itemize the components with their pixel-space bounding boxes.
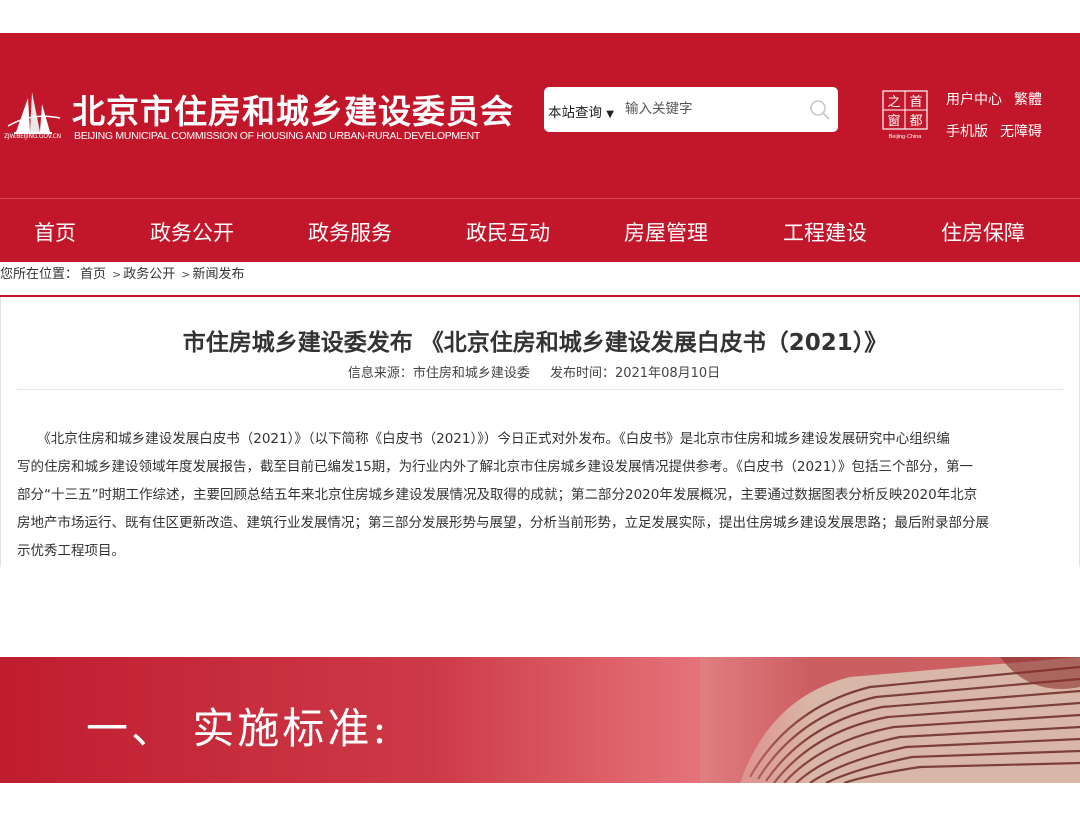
traditional-chinese-link[interactable]: 繁體	[1014, 89, 1042, 109]
breadcrumb-prefix: 您所在位置：	[0, 267, 79, 282]
search-input[interactable]	[625, 97, 795, 121]
mobile-version-link[interactable]: 手机版	[946, 121, 988, 141]
chevron-down-icon: ▼	[606, 109, 614, 120]
main-nav: 首页 政务公开 政务服务 政民互动 房屋管理 工程建设 住房保障	[0, 198, 1080, 262]
search-scope-select[interactable]: 本站查询 ▼	[548, 101, 614, 121]
nav-item-government-affairs[interactable]: 政务公开	[150, 217, 234, 247]
article-body-line: 示优秀工程项目。	[17, 543, 125, 559]
capital-window-logo-icon[interactable]: 之 首 窗 都 Beijing·China	[880, 89, 930, 141]
accessibility-link[interactable]: 无障碍	[1000, 121, 1042, 141]
search-box: 本站查询 ▼	[544, 87, 838, 132]
breadcrumb-separator: >	[181, 268, 191, 281]
nav-item-interaction[interactable]: 政民互动	[466, 217, 550, 247]
nav-item-housing-security[interactable]: 住房保障	[941, 217, 1025, 247]
article-meta: 信息来源：市住房和城乡建设委 发布时间：2021年08月10日	[1, 362, 1067, 381]
section-banner: 一、 实施标准:	[0, 657, 1080, 783]
article-body-line: 写的住房和城乡建设领域年度发展报告，截至目前已编发15期，为行业内外了解北京市住…	[17, 459, 974, 475]
breadcrumb-item-home[interactable]: 首页	[80, 267, 106, 282]
building-photo-image	[700, 657, 1080, 783]
article-body: 《北京住房和城乡建设发展白皮书（2021）》（以下简称《白皮书（2021）》）今…	[17, 425, 1057, 565]
article-body-line: 房地产市场运行、既有住区更新改造、建筑行业发展情况；第三部分发展形势与展望，分析…	[17, 515, 989, 531]
article-publish-time: 发布时间：2021年08月10日	[549, 366, 721, 381]
capital-logo-caption: Beijing·China	[889, 134, 923, 140]
site-title[interactable]: 北京市住房和城乡建设委员会	[72, 85, 514, 133]
user-center-link[interactable]: 用户中心	[946, 89, 1002, 109]
article-body-line: 《北京住房和城乡建设发展白皮书（2021）》（以下简称《白皮书（2021）》）今…	[17, 431, 950, 447]
site-header: ZJW.BEIJING.GOV.CN 北京市住房和城乡建设委员会 BEIJING…	[0, 33, 1080, 198]
banner-title: 一、 实施标准:	[86, 704, 390, 753]
capital-logo-char-4: 都	[909, 114, 922, 129]
article-body-line: 部分“十三五”时期工作综述，主要回顾总结五年来北京住房城乡建设发展情况及取得的成…	[17, 487, 978, 503]
capital-logo-char-2: 首	[909, 95, 922, 110]
logo-domain-text: ZJW.BEIJING.GOV.CN	[4, 133, 61, 140]
search-scope-label: 本站查询	[548, 105, 602, 121]
breadcrumb-separator: >	[112, 268, 122, 281]
breadcrumb-item-government-affairs[interactable]: 政务公开	[123, 267, 175, 282]
nav-item-housing-management[interactable]: 房屋管理	[624, 217, 708, 247]
nav-item-home[interactable]: 首页	[34, 217, 76, 247]
article-panel: 市住房城乡建设委发布 《北京住房和城乡建设发展白皮书（2021）》 信息来源：市…	[0, 297, 1080, 567]
site-subtitle: BEIJING MUNICIPAL COMMISSION OF HOUSING …	[74, 130, 480, 142]
meta-divider	[17, 389, 1063, 390]
capital-logo-char-1: 之	[887, 95, 900, 110]
search-icon[interactable]	[808, 98, 832, 122]
breadcrumb-item-news[interactable]: 新闻发布	[192, 267, 244, 282]
nav-item-construction[interactable]: 工程建设	[783, 217, 867, 247]
article-title: 市住房城乡建设委发布 《北京住房和城乡建设发展白皮书（2021）》	[182, 330, 888, 356]
breadcrumb: 您所在位置： 首页 > 政务公开 > 新闻发布	[0, 263, 247, 282]
capital-logo-char-3: 窗	[887, 113, 900, 129]
article-source: 信息来源：市住房和城乡建设委	[347, 366, 530, 381]
nav-item-government-services[interactable]: 政务服务	[308, 217, 392, 247]
